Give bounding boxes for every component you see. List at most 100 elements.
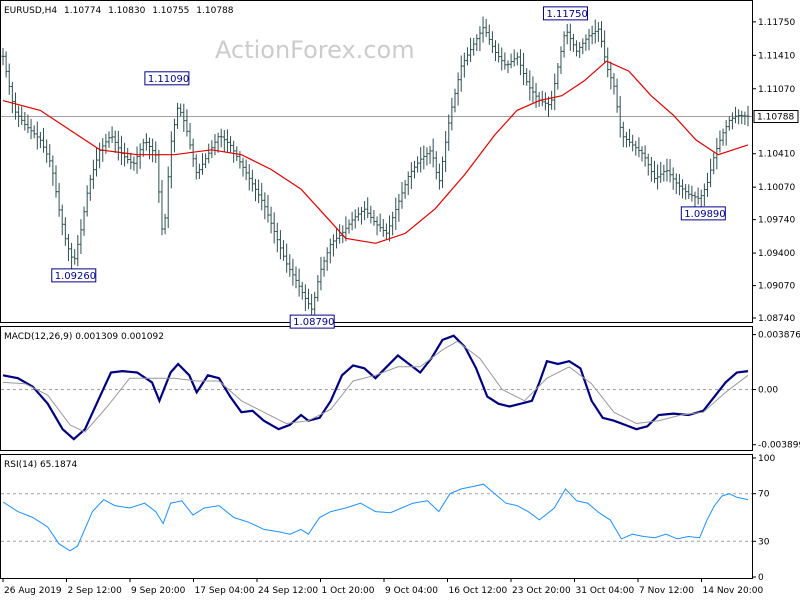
ohlc-bar [534,83,538,109]
ohlc-bar [631,134,635,152]
price-axis-label: 1.10410 [758,150,795,160]
ohlc-bar [151,138,155,163]
time-axis-label: 7 Nov 12:00 [639,586,694,596]
ohlc-bar [652,160,656,184]
ohlc-bar [253,178,257,202]
ohlc-bar [244,159,248,181]
ohlc-bar [141,138,145,157]
ohlc-bar [515,52,519,66]
macd-pane-title: MACD(12,26,9) 0.001309 0.001092 [4,332,164,342]
ohlc-bar [668,159,672,183]
ohlc-bar [166,166,170,229]
ohlc-bar [194,154,198,180]
ohlc-bar [353,209,357,229]
ohlc-bar [646,153,650,176]
ohlc-bar [375,216,379,236]
ohlc-bar [497,43,501,63]
ohlc-bar [369,205,373,224]
macd-axis-label: 0.003876 [758,331,800,341]
ohlc-bar [98,142,102,169]
ohlc-bar [316,275,320,302]
ohlc-bar [412,160,416,179]
ohlc-bar [509,53,513,69]
ohlc-bar [282,240,286,261]
callout-label: 1.09890 [684,209,725,220]
ohlc-bar [288,254,292,277]
ohlc-bar [397,193,401,222]
ohlc-bar [419,147,423,173]
macd-layer [1,334,752,441]
ohlc-bar [537,92,541,107]
callout-label: 1.09260 [55,271,96,282]
ohlc-bar [500,47,504,71]
ohlc-bar [300,281,304,300]
ohlc-bar [475,34,479,52]
time-axis-label: 17 Sep 04:00 [195,586,255,596]
ohlc-bar [359,206,363,225]
ohlc-bar [528,70,532,101]
ohlc-bar [428,145,432,164]
ohlc-bar [306,288,310,310]
ohlc-bar [154,141,158,163]
ohlc-bar [266,194,270,223]
ohlc-bar [247,164,251,191]
ohlc-bar [313,291,317,318]
ohlc-bar [82,206,86,236]
ohlc-bar [416,156,420,173]
ohlc-bar [599,21,603,48]
rsi-axis-label: 30 [758,537,770,547]
ohlc-bar [272,212,276,244]
ohlc-bar [556,62,560,90]
ohlc-bar [550,90,554,110]
ohlc-bar [57,182,61,217]
ohlc-bar [250,169,254,192]
ohlc-bar [730,112,734,130]
ohlc-bar [643,145,647,167]
ohlc-bar [553,73,557,111]
ohlc-bar [525,68,529,86]
ohlc-bar [662,164,666,182]
ohlc-bar [494,40,498,62]
ohlc-bar [35,121,39,150]
ohlc-bar [322,256,326,277]
ohlc-bar [543,92,547,111]
ohlc-bar [216,132,220,153]
ohlc-bar [29,118,33,140]
ohlc-bar [490,31,494,53]
rsi-pane-frame [0,454,753,579]
watermark: ActionForex.com [215,36,415,64]
time-axis-label: 9 Oct 04:00 [385,586,438,596]
ohlc-bar [338,224,342,244]
ohlc-bar [422,145,426,170]
ohlc-bar [565,23,569,45]
ohlc-bar [7,63,11,95]
ohlc-bar [512,49,516,67]
ohlc-bar [335,228,339,249]
ohlc-bar [425,147,429,166]
ohlc-bar [465,47,469,66]
ohlc-bar [222,129,226,152]
ohlc-bar [204,153,208,169]
price-callout: 1.11090 [144,71,190,86]
ohlc-bar [138,143,142,169]
ohlc-bar [727,116,731,131]
price-pane-title: EURUSD,H4 1.10774 1.10830 1.10755 1.1078… [4,6,234,16]
ohlc-bar [584,34,588,51]
chart-window: ActionForex.com 1.11090 1.09260 1.08790 1.1… [0,0,800,600]
ohlc-bar [350,211,354,231]
ohlc-bar [210,140,214,159]
ohlc-bar [709,158,713,188]
ohlc-bar [681,179,685,199]
ohlc-bar [76,234,80,267]
ohlc-bar [696,187,700,205]
ohlc-bar [665,158,669,182]
macd-pane-frame [0,326,753,451]
ohlc-bar [144,133,148,151]
ohlc-bar [229,136,233,153]
ohlc-bar [634,141,638,156]
ohlc-bar [400,181,404,209]
ohlc-bar [503,52,507,70]
ohlc-bar [372,210,376,226]
ohlc-bar [671,167,675,190]
ohlc-bar [453,88,457,113]
